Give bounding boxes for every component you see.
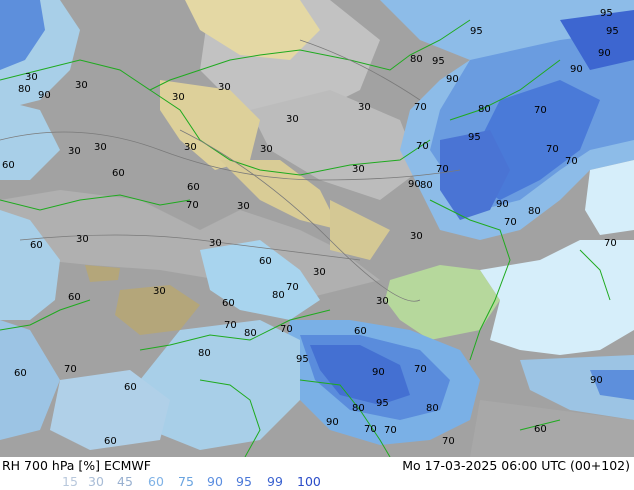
- contour-label: 80: [18, 84, 31, 95]
- contour-label: 70: [364, 424, 377, 435]
- contour-label: 60: [259, 256, 272, 267]
- contour-label: 70: [280, 324, 293, 335]
- contour-label: 70: [546, 144, 559, 155]
- weather-map: 30 30 30 30 30 30 30 30 30 30 30 30 30 3…: [0, 0, 634, 457]
- contour-label: 70: [436, 164, 449, 175]
- contour-label: 95: [470, 26, 483, 37]
- contour-label: 60: [68, 292, 81, 303]
- contour-label: 60: [354, 326, 367, 337]
- contour-label: 30: [76, 234, 89, 245]
- valid-time: Mo 17-03-2025 06:00 UTC (00+102): [402, 458, 630, 473]
- contour-label: 70: [604, 238, 617, 249]
- contour-label: 80: [198, 348, 211, 359]
- contour-label: 80: [272, 290, 285, 301]
- contour-label: 90: [598, 48, 611, 59]
- contour-label: 80: [478, 104, 491, 115]
- contour-label: 30: [286, 114, 299, 125]
- legend-value: 100: [297, 474, 321, 489]
- contour-label: 70: [64, 364, 77, 375]
- contour-label: 70: [504, 217, 517, 228]
- contour-label: 70: [416, 141, 429, 152]
- contour-label: 30: [237, 201, 250, 212]
- contour-label: 80: [352, 403, 365, 414]
- contour-label: 30: [358, 102, 371, 113]
- legend-value: 75: [178, 474, 194, 489]
- contour-label: 95: [376, 398, 389, 409]
- contour-label: 30: [172, 92, 185, 103]
- contour-label: 80: [244, 328, 257, 339]
- contour-label: 30: [25, 72, 38, 83]
- contour-label: 70: [414, 364, 427, 375]
- contour-label: 70: [286, 282, 299, 293]
- contour-label: 90: [496, 199, 509, 210]
- contour-label: 60: [14, 368, 27, 379]
- contour-label: 60: [187, 182, 200, 193]
- contour-label: 30: [68, 146, 81, 157]
- contour-label: 95: [468, 132, 481, 143]
- contour-label: 60: [112, 168, 125, 179]
- contour-label: 90: [590, 375, 603, 386]
- contour-label: 90: [570, 64, 583, 75]
- contour-label: 70: [224, 320, 237, 331]
- contour-label: 90: [408, 179, 421, 190]
- contour-label: 95: [296, 354, 309, 365]
- legend-value: 99: [267, 474, 283, 489]
- contour-label: 70: [414, 102, 427, 113]
- contour-label: 30: [352, 164, 365, 175]
- legend-value: 45: [117, 474, 133, 489]
- contour-label: 60: [30, 240, 43, 251]
- legend-value: 95: [236, 474, 252, 489]
- contour-label: 70: [534, 105, 547, 116]
- contour-label: 30: [153, 286, 166, 297]
- map-canvas: 30 30 30 30 30 30 30 30 30 30 30 30 30 3…: [0, 0, 634, 457]
- contour-label: 70: [442, 436, 455, 447]
- contour-label: 60: [2, 160, 15, 171]
- contour-label: 60: [104, 436, 117, 447]
- contour-label: 30: [94, 142, 107, 153]
- contour-label: 30: [75, 80, 88, 91]
- legend-value: 90: [207, 474, 223, 489]
- footer-bar: RH 700 hPa [%] ECMWF Mo 17-03-2025 06:00…: [0, 457, 634, 490]
- contour-label: 70: [565, 156, 578, 167]
- contour-label: 90: [326, 417, 339, 428]
- contour-label: 30: [410, 231, 423, 242]
- contour-label: 30: [260, 144, 273, 155]
- contour-label: 95: [600, 8, 613, 19]
- map-title: RH 700 hPa [%] ECMWF: [2, 458, 151, 473]
- contour-label: 80: [420, 180, 433, 191]
- contour-label: 90: [372, 367, 385, 378]
- contour-label: 95: [432, 56, 445, 67]
- contour-label: 30: [218, 82, 231, 93]
- contour-label: 30: [313, 267, 326, 278]
- contour-label: 60: [534, 424, 547, 435]
- contour-label: 70: [186, 200, 199, 211]
- contour-label: 95: [606, 26, 619, 37]
- contour-label: 90: [446, 74, 459, 85]
- contour-label: 70: [384, 425, 397, 436]
- contour-label: 30: [376, 296, 389, 307]
- contour-label: 30: [184, 142, 197, 153]
- contour-label: 80: [426, 403, 439, 414]
- legend-value: 15: [62, 474, 78, 489]
- contour-label: 90: [38, 90, 51, 101]
- contour-label: 80: [410, 54, 423, 65]
- contour-label: 80: [528, 206, 541, 217]
- contour-label: 30: [209, 238, 222, 249]
- legend-value: 60: [148, 474, 164, 489]
- legend-value: 30: [88, 474, 104, 489]
- contour-label: 60: [124, 382, 137, 393]
- contour-label: 60: [222, 298, 235, 309]
